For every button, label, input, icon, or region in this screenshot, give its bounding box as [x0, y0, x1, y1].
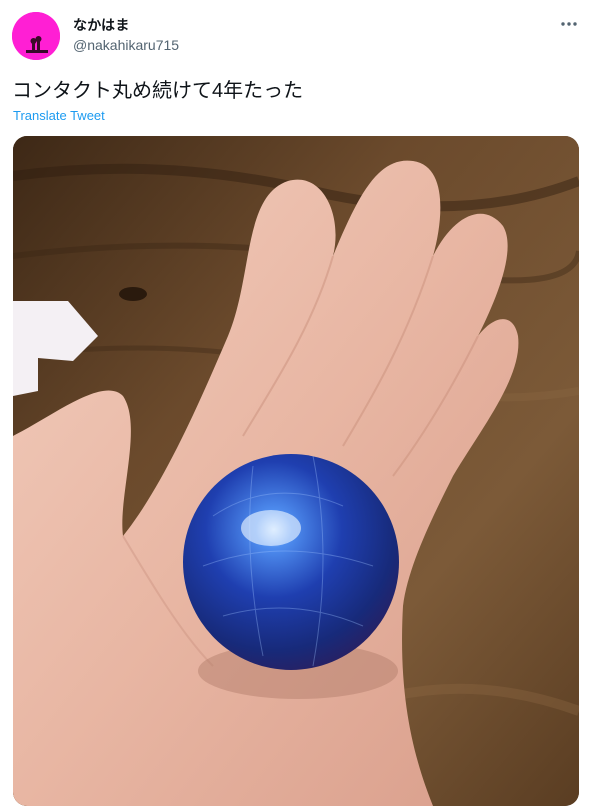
avatar[interactable]	[12, 12, 60, 60]
tweet-text: コンタクト丸め続けて4年たった	[12, 80, 304, 102]
photo-hand-holding-ball	[13, 136, 579, 806]
tweet-photo[interactable]	[13, 136, 579, 806]
tweet: なかはま @nakahikaru715 コンタクト丸め続けて4年たった Tran…	[0, 0, 592, 806]
more-options-button[interactable]	[556, 14, 582, 34]
translate-tweet-link[interactable]: Translate Tweet	[13, 108, 105, 123]
display-name[interactable]: なかはま	[73, 15, 130, 35]
user-handle[interactable]: @nakahikaru715	[73, 37, 179, 53]
more-horizontal-icon	[561, 22, 577, 26]
avatar-image	[12, 12, 60, 60]
